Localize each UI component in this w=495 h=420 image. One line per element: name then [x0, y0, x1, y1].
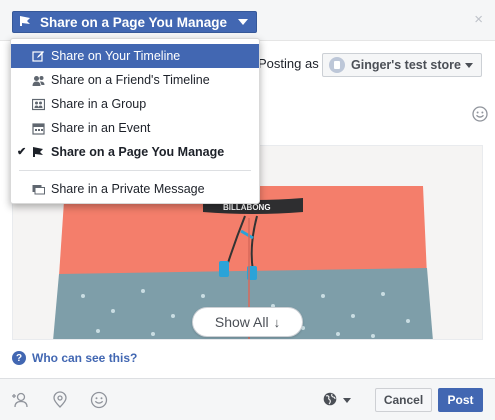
- menu-item-label: Share on a Page You Manage: [51, 145, 225, 159]
- chevron-down-icon: [465, 63, 473, 68]
- location-pin-icon[interactable]: [51, 391, 69, 409]
- menu-item-label: Share in an Event: [51, 121, 151, 135]
- menu-item-share-friend-timeline[interactable]: Share on a Friend's Timeline: [11, 68, 259, 92]
- emoji-icon[interactable]: [472, 106, 488, 122]
- post-button[interactable]: Post: [438, 388, 483, 412]
- friends-icon: [31, 73, 45, 87]
- menu-item-label: Share on a Friend's Timeline: [51, 73, 210, 87]
- posting-page-name: Ginger's test store: [351, 58, 461, 72]
- menu-item-label: Share in a Group: [51, 97, 147, 111]
- close-icon[interactable]: ×: [474, 12, 483, 27]
- edit-icon: [31, 49, 45, 63]
- menu-item-share-page[interactable]: ✔ Share on a Page You Manage: [11, 140, 259, 164]
- chevron-down-icon: [343, 397, 351, 403]
- share-destination-label: Share on a Page You Manage: [40, 14, 228, 30]
- brand-label: BILLABONG: [223, 203, 271, 212]
- page-flag-icon: [31, 145, 45, 159]
- show-all-label: Show All: [214, 314, 269, 330]
- menu-item-share-group[interactable]: Share in a Group: [11, 92, 259, 116]
- who-can-see-label: Who can see this?: [32, 351, 138, 365]
- checkmark-icon: ✔: [17, 146, 27, 158]
- tag-friends-icon[interactable]: [12, 391, 30, 409]
- audience-selector[interactable]: [323, 391, 357, 409]
- dialog-footer: Cancel Post: [0, 378, 495, 420]
- share-destination-menu: Share on Your Timeline Share on a Friend…: [10, 38, 260, 204]
- page-avatar: [329, 57, 345, 73]
- group-icon: [31, 97, 45, 111]
- help-icon: ?: [12, 351, 26, 365]
- arrow-down-icon: ↓: [273, 314, 281, 330]
- show-all-button[interactable]: Show All ↓: [192, 307, 303, 337]
- page-flag-icon: [19, 15, 32, 30]
- posting-as-selector[interactable]: Ginger's test store: [322, 53, 482, 77]
- globe-icon: [323, 392, 337, 409]
- share-destination-dropdown[interactable]: Share on a Page You Manage: [12, 11, 257, 33]
- menu-item-label: Share on Your Timeline: [51, 49, 181, 63]
- menu-divider: [19, 170, 251, 171]
- emoji-icon[interactable]: [90, 391, 108, 409]
- menu-item-label: Share in a Private Message: [51, 182, 205, 196]
- chevron-down-icon: [238, 19, 248, 25]
- posting-as-label: Posting as: [258, 56, 319, 71]
- menu-item-share-timeline[interactable]: Share on Your Timeline: [11, 44, 259, 68]
- who-can-see-link[interactable]: ? Who can see this?: [12, 351, 137, 365]
- calendar-icon: [31, 121, 45, 135]
- share-dialog: Share on a Page You Manage × Posting as …: [0, 0, 495, 420]
- menu-item-share-message[interactable]: Share in a Private Message: [11, 177, 259, 201]
- menu-item-share-event[interactable]: Share in an Event: [11, 116, 259, 140]
- dialog-header: Share on a Page You Manage ×: [0, 0, 495, 41]
- cancel-button[interactable]: Cancel: [375, 388, 432, 412]
- message-icon: [31, 182, 45, 196]
